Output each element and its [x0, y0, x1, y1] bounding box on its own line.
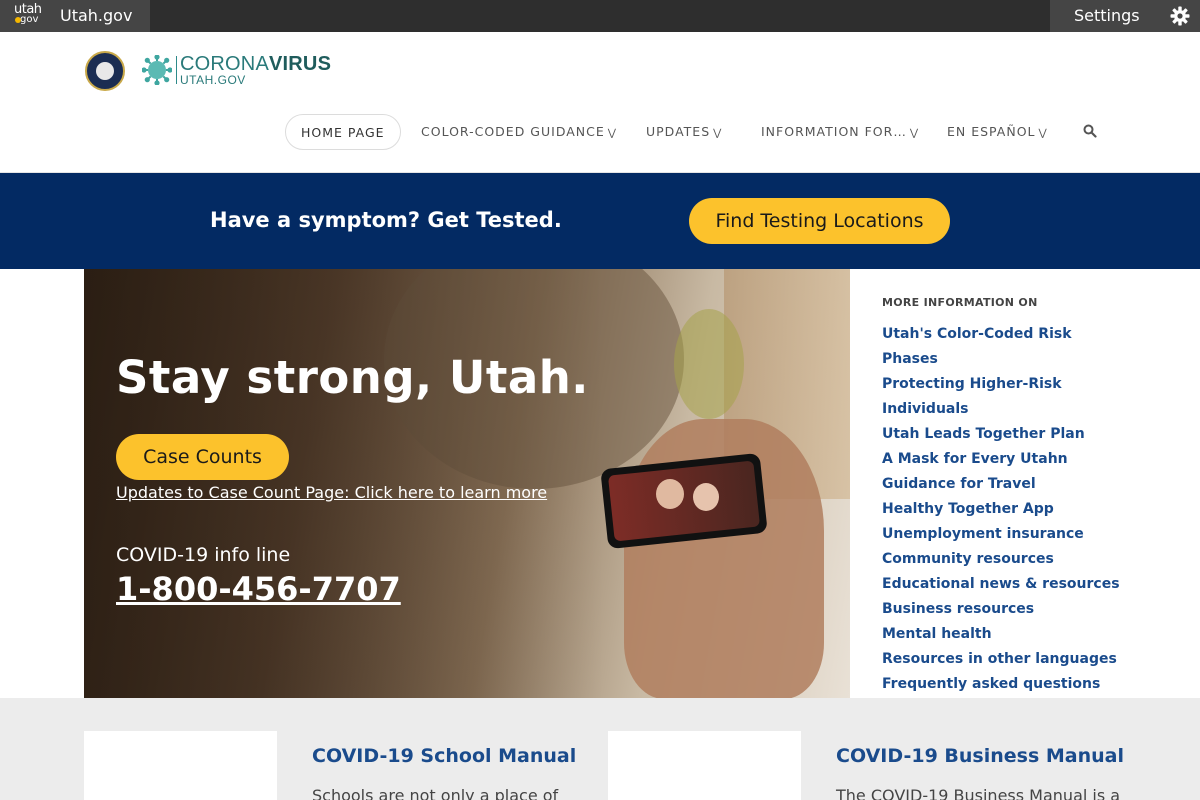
hero-title: Stay strong, Utah. — [116, 351, 589, 404]
sidebar-link-higher-risk-cont[interactable]: Individuals — [882, 397, 1122, 422]
sidebar-link-travel[interactable]: Guidance for Travel — [882, 472, 1122, 497]
logo-divider — [176, 56, 177, 84]
sidebar-link-healthy-together[interactable]: Healthy Together App — [882, 497, 1122, 522]
nav-home-label: HOME PAGE — [301, 125, 385, 140]
nav-espanol-label: EN ESPAÑOL — [947, 124, 1036, 139]
info-line-label: COVID-19 info line — [116, 544, 291, 566]
utah-gov-home-link[interactable]: utah gov Utah.gov — [0, 0, 150, 32]
nav-home-page[interactable]: HOME PAGE — [285, 114, 401, 150]
sidebar-link-risk-phases[interactable]: Utah's Color-Coded Risk Phases — [882, 322, 1122, 372]
info-line-phone-link[interactable]: 1-800-456-7707 — [116, 570, 401, 608]
testing-banner — [0, 173, 1200, 269]
sidebar-link-educational[interactable]: Educational news & resources — [882, 572, 1122, 597]
nav-en-espanol[interactable]: EN ESPAÑOL ⋁ — [947, 114, 1048, 150]
sidebar-link-community[interactable]: Community resources — [882, 547, 1122, 572]
sidebar-heading: MORE INFORMATION ON — [882, 296, 1038, 309]
site-name: Utah.gov — [60, 6, 133, 25]
sidebar-link-leads-together[interactable]: Utah Leads Together Plan — [882, 422, 1122, 447]
school-manual-text: Schools are not only a place of — [312, 786, 559, 800]
search-icon[interactable] — [1083, 124, 1097, 138]
testing-banner-text: Have a symptom? Get Tested. — [210, 208, 562, 232]
case-count-updates-link[interactable]: Updates to Case Count Page: Click here t… — [116, 483, 547, 502]
business-manual-title[interactable]: COVID-19 Business Manual — [836, 745, 1124, 767]
business-manual-text: The COVID-19 Business Manual is a — [836, 786, 1121, 800]
nav-information-for[interactable]: INFORMATION FOR… ⋁ — [761, 114, 919, 150]
coronavirus-icon — [142, 55, 172, 85]
school-manual-title[interactable]: COVID-19 School Manual — [312, 745, 576, 767]
sidebar-link-mask[interactable]: A Mask for Every Utahn — [882, 447, 1122, 472]
school-manual-image[interactable] — [84, 731, 277, 800]
sidebar-link-languages[interactable]: Resources in other languages — [882, 647, 1122, 672]
settings-button[interactable]: Settings — [1050, 0, 1200, 32]
utah-state-seal[interactable] — [85, 51, 125, 91]
sidebar-link-higher-risk[interactable]: Protecting Higher-Risk — [882, 372, 1122, 397]
chevron-down-icon: ⋁ — [1038, 128, 1048, 139]
sidebar-link-mental-health[interactable]: Mental health — [882, 622, 1122, 647]
nav-updates[interactable]: UPDATES ⋁ — [646, 114, 722, 150]
nav-information-label: INFORMATION FOR… — [761, 124, 907, 139]
chevron-down-icon: ⋁ — [607, 128, 617, 139]
case-counts-button[interactable]: Case Counts — [116, 434, 289, 480]
nav-updates-label: UPDATES — [646, 124, 711, 139]
sidebar-link-business[interactable]: Business resources — [882, 597, 1122, 622]
sidebar-link-faq[interactable]: Frequently asked questions — [882, 672, 1122, 697]
gear-icon — [1170, 6, 1190, 26]
business-manual-image[interactable] — [608, 731, 801, 800]
coronavirus-logo[interactable]: CORONAVIRUS UTAH.GOV — [180, 54, 331, 87]
logo-sub-text: UTAH.GOV — [180, 73, 246, 87]
settings-label: Settings — [1074, 6, 1140, 25]
sidebar-links: Utah's Color-Coded Risk Phases Protectin… — [882, 322, 1122, 697]
nav-color-coded-guidance[interactable]: COLOR-CODED GUIDANCE ⋁ — [421, 114, 617, 150]
utah-gov-logo: utah gov — [14, 3, 44, 27]
logo-main-text: CORONAVIRUS — [180, 53, 332, 75]
chevron-down-icon: ⋁ — [909, 128, 920, 139]
utah-gov-topbar: utah gov Utah.gov Settings — [0, 0, 1200, 32]
find-testing-locations-button[interactable]: Find Testing Locations — [689, 198, 950, 244]
chevron-down-icon: ⋁ — [713, 128, 723, 139]
sidebar-link-unemployment[interactable]: Unemployment insurance — [882, 522, 1122, 547]
nav-guidance-label: COLOR-CODED GUIDANCE — [421, 124, 605, 139]
